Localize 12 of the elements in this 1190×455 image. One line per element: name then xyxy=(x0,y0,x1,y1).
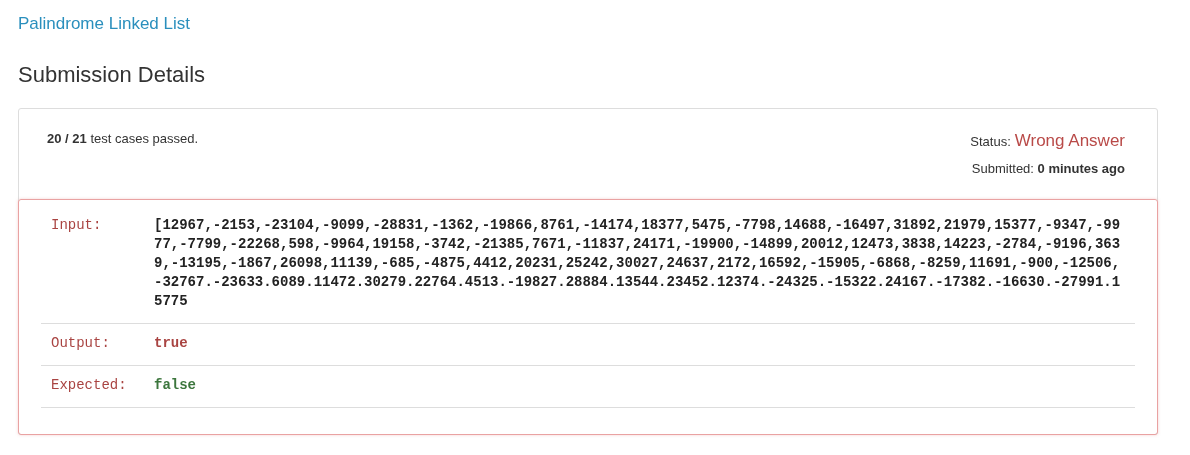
problem-link[interactable]: Palindrome Linked List xyxy=(18,14,190,34)
field-value: true xyxy=(154,334,189,353)
field-label: Expected: xyxy=(51,376,128,395)
page-heading: Submission Details xyxy=(18,62,207,88)
submitted-text: Submitted: 0 minutes ago xyxy=(971,161,1125,176)
status-value: Wrong Answer xyxy=(1014,131,1125,151)
status-label: Status: xyxy=(970,134,1011,149)
field-value: false xyxy=(154,376,197,395)
field-value: [12967,-2153,-23104,-9099,-28831,-1362,-19866,8761,-14174,18377,5475,-7798,14688,-16497,31892,21979,15377,-9347,-9977,-7799,-22268,598,-9964,19158,-3742,-21385,7671,-11837,24171,-19900,-14899,20012,12473,3838,14223,-2784,-9196,3639,-13195,-1867,26098,11139,-685,-4875,4412,20231,25242,30027,24637,2172,16592,-15905,-6868,-8259,11691,-900,-12506,-32767.-23633.6089.11472.30279.22764.4513.-19827.28884.13544.23452.12374.-24325.-15322.24167.-17382.-16630.-27991.15775 xyxy=(154,216,1122,311)
field-label: Output: xyxy=(51,334,111,353)
field-label: Input: xyxy=(51,216,103,235)
tests-passed-text: 20 / 21 test cases passed. xyxy=(47,131,199,148)
